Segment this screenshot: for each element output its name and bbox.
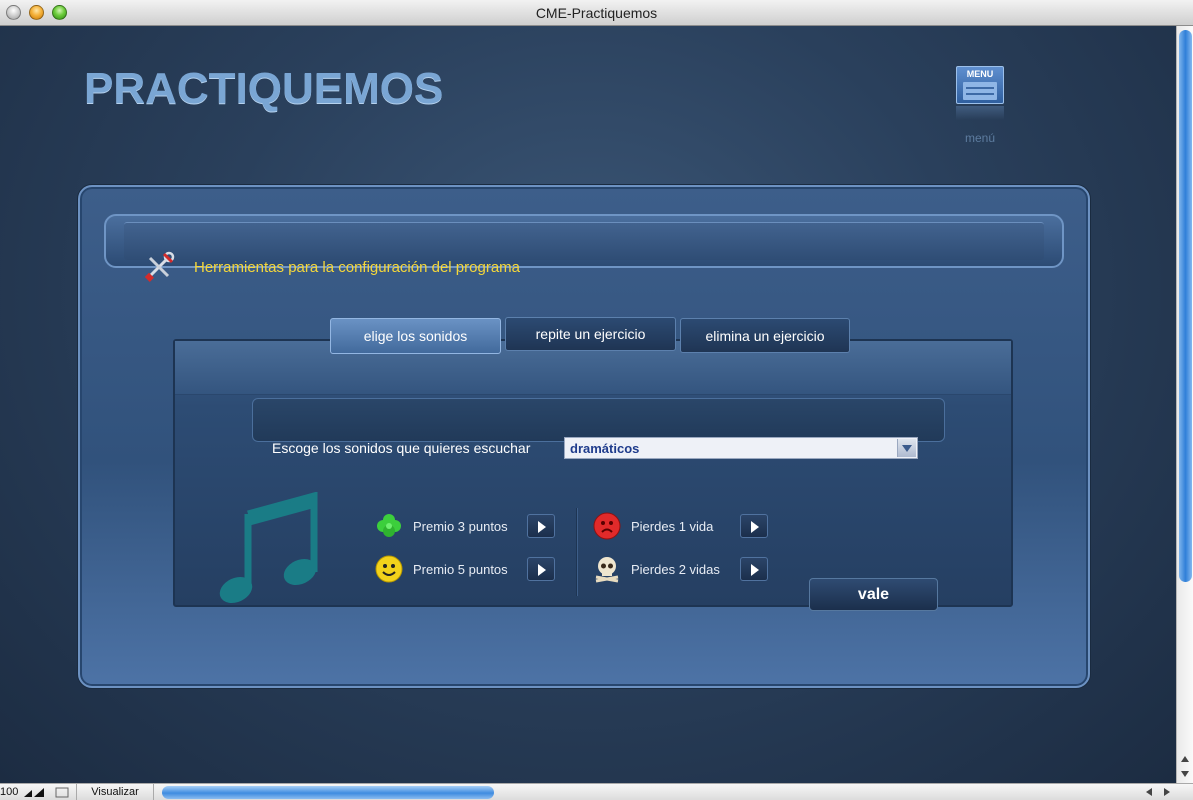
horizontal-scrollbar[interactable] xyxy=(160,786,1140,799)
vertical-scrollbar[interactable] xyxy=(1176,26,1193,783)
clover-icon xyxy=(375,512,403,540)
sound-item: Premio 5 puntos xyxy=(375,554,508,584)
panel-header-title: Herramientas para la configuración del p… xyxy=(194,259,521,276)
close-window-button[interactable] xyxy=(6,5,21,20)
menu-icon xyxy=(963,82,997,100)
sound-select-row xyxy=(252,398,945,442)
horizontal-scroll-thumb[interactable] xyxy=(162,786,494,799)
sound-item: Premio 3 puntos xyxy=(375,511,508,541)
zoom-level: 100 xyxy=(0,786,19,798)
status-bar: 100 Visualizar xyxy=(0,783,1193,800)
menu-button[interactable]: MENU xyxy=(956,66,1004,104)
app-logo: PRACTIQUEMOS xyxy=(84,64,444,113)
smiley-icon xyxy=(375,555,403,583)
sound-select[interactable]: dramáticos xyxy=(564,437,918,459)
tab-elige-sonidos[interactable]: elige los sonidos xyxy=(330,318,501,354)
sound-select-label: Escoge los sonidos que quieres escuchar xyxy=(272,440,531,456)
sound-item: Pierdes 1 vida xyxy=(593,511,713,541)
zoom-icon[interactable] xyxy=(22,787,72,798)
window-title: CME-Practiquemos xyxy=(535,4,658,21)
sound-label: Premio 5 puntos xyxy=(413,561,508,577)
vale-button[interactable]: vale xyxy=(809,578,938,611)
vertical-scroll-arrows[interactable] xyxy=(1177,753,1193,783)
menu-button-label: MENU xyxy=(966,69,994,79)
sound-label: Pierdes 2 vidas xyxy=(631,561,720,577)
sad-face-icon xyxy=(593,512,621,540)
vertical-scroll-thumb[interactable] xyxy=(1179,30,1192,582)
menu-button-reflection xyxy=(956,106,1004,120)
sound-label: Premio 3 puntos xyxy=(413,518,508,534)
horizontal-scroll-arrows[interactable] xyxy=(1140,784,1176,800)
chevron-down-icon[interactable] xyxy=(897,439,916,457)
minimize-window-button[interactable] xyxy=(29,5,44,20)
music-note-icon xyxy=(219,492,318,604)
visualizar-button[interactable]: Visualizar xyxy=(76,784,154,800)
tab-repite-ejercicio[interactable]: repite un ejercicio xyxy=(505,317,676,351)
panel-header-inner xyxy=(124,222,1044,260)
sound-label: Pierdes 1 vida xyxy=(631,518,714,534)
play-button[interactable] xyxy=(527,514,555,538)
play-button[interactable] xyxy=(740,514,768,538)
window-titlebar: CME-Practiquemos xyxy=(0,0,1193,26)
sound-item: Pierdes 2 vidas xyxy=(593,554,720,584)
sounds-divider xyxy=(576,508,577,596)
play-button[interactable] xyxy=(527,557,555,581)
play-button[interactable] xyxy=(740,557,768,581)
skull-icon xyxy=(593,555,621,583)
sound-select-value: dramáticos xyxy=(570,441,640,456)
tools-icon xyxy=(144,251,175,282)
tab-elimina-ejercicio[interactable]: elimina un ejercicio xyxy=(680,318,850,353)
menu-caption: menú xyxy=(964,131,996,145)
zoom-window-button[interactable] xyxy=(52,5,67,20)
